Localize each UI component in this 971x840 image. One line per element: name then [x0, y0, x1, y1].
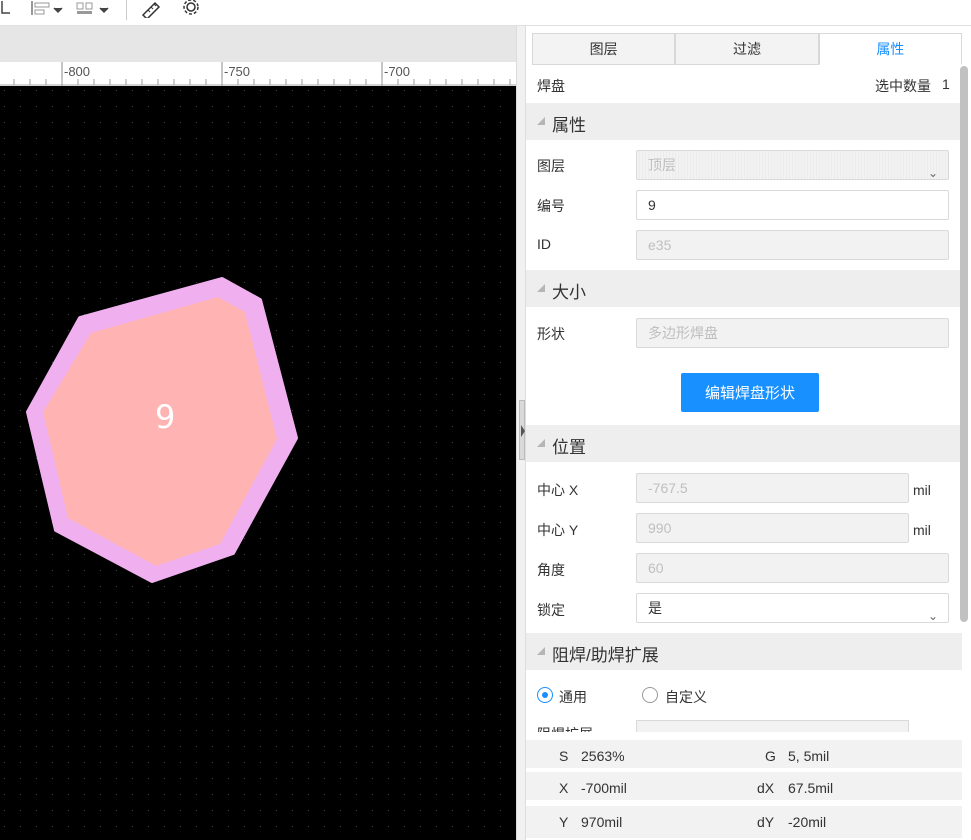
section-title: 属性 [552, 116, 586, 135]
pad-number-label: 9 [155, 398, 176, 436]
center-y-field: 990 [636, 513, 909, 543]
canvas-tab-bar [0, 26, 516, 62]
dx-value: 67.5mil [788, 780, 834, 796]
section-title: 阻焊/助焊扩展 [552, 646, 659, 665]
toolbar [0, 0, 971, 26]
number-label: 编号 [537, 198, 565, 214]
id-field: e35 [636, 230, 949, 260]
shape-label: 形状 [537, 326, 565, 342]
pcb-canvas[interactable]: -800 -750 -700 9 [0, 26, 516, 840]
unit-label: mil [913, 482, 931, 498]
status-panel: S 2563% G 5, 5mil X -700mil dX 67.5mil Y… [526, 732, 962, 840]
panel-splitter[interactable] [516, 26, 526, 840]
section-title: 位置 [552, 438, 586, 457]
object-type: 焊盘 [537, 78, 565, 94]
section-mask-expansion[interactable]: 阻焊/助焊扩展 [526, 633, 962, 670]
distribute-icon[interactable] [76, 0, 112, 18]
splitter-handle[interactable] [519, 400, 525, 460]
mask-expansion-field [636, 720, 909, 732]
status-row: Y 970mil dY -20mil [526, 806, 962, 840]
center-x-field: -767.5 [636, 473, 909, 503]
x-key: X [559, 780, 569, 796]
lock-select[interactable]: 是 ⌄ [636, 593, 949, 623]
collapse-triangle-icon [537, 117, 545, 125]
tab-filter[interactable]: 过滤 [675, 33, 819, 65]
tab-properties[interactable]: 属性 [818, 33, 962, 65]
radio-custom[interactable] [642, 687, 658, 703]
status-row: X -700mil dX 67.5mil [526, 772, 962, 802]
angle-field: 60 [636, 553, 949, 583]
selected-count-label: 选中数量 [875, 78, 931, 94]
center-y-label: 中心 Y [537, 522, 579, 538]
collapse-triangle-icon [537, 284, 545, 292]
panel-tabs: 图层 过滤 属性 [532, 33, 962, 65]
status-row: S 2563% G 5, 5mil [526, 740, 962, 770]
dy-value: -20mil [788, 814, 827, 830]
horizontal-ruler: -800 -750 -700 [0, 62, 516, 86]
grid-value: 5, 5mil [788, 748, 830, 764]
dy-key: dY [757, 814, 775, 830]
unit-label: mil [913, 522, 931, 538]
grid-key: G [765, 748, 776, 764]
properties-panel: 图层 过滤 属性 焊盘 选中数量 1 属性 图层 顶层 ⌄ 编号 9 ID e3… [526, 26, 971, 840]
chevron-down-icon: ⌄ [927, 166, 938, 180]
center-x-label: 中心 X [537, 482, 579, 498]
section-title: 大小 [552, 283, 586, 302]
mask-expansion-label: 阻焊扩展 [537, 724, 593, 732]
lock-label: 锁定 [537, 602, 565, 618]
radio-general[interactable] [537, 687, 553, 703]
section-properties[interactable]: 属性 [526, 103, 962, 140]
selected-count: 1 [942, 76, 950, 92]
ruler-label: -750 [224, 64, 251, 79]
chevron-down-icon: ⌄ [927, 609, 938, 623]
collapse-triangle-icon [537, 439, 545, 447]
dx-key: dX [757, 780, 775, 796]
ruler-label: -700 [384, 64, 411, 79]
collapse-triangle-icon [537, 647, 545, 655]
section-position[interactable]: 位置 [526, 425, 962, 462]
selection-summary: 焊盘 选中数量 1 [526, 76, 962, 96]
y-key: Y [559, 814, 569, 830]
tab-layers[interactable]: 图层 [532, 33, 676, 65]
toolbar-separator [126, 0, 127, 20]
drawing-area[interactable]: 9 [0, 86, 516, 840]
clipped-row: 阻焊扩展 [526, 720, 962, 732]
shape-field: 多边形焊盘 [636, 318, 949, 348]
radio-general-label: 通用 [559, 689, 587, 705]
id-label: ID [537, 236, 551, 252]
number-input[interactable]: 9 [636, 190, 949, 220]
scale-value: 2563% [581, 748, 625, 764]
edit-pad-shape-button[interactable]: 编辑焊盘形状 [681, 373, 819, 412]
scale-key: S [559, 748, 569, 764]
y-value: 970mil [581, 814, 623, 830]
section-size[interactable]: 大小 [526, 270, 962, 307]
layer-select: 顶层 ⌄ [636, 150, 949, 180]
panel-scrollbar[interactable] [960, 66, 968, 622]
angle-label: 角度 [537, 562, 565, 578]
gear-icon[interactable] [180, 0, 202, 18]
tool-icon[interactable] [0, 0, 14, 18]
radio-custom-label: 自定义 [665, 689, 707, 705]
x-value: -700mil [581, 780, 627, 796]
align-left-icon[interactable] [30, 0, 64, 18]
ruler-icon[interactable] [140, 0, 162, 18]
ruler-label: -800 [64, 64, 91, 79]
layer-label: 图层 [537, 158, 565, 174]
